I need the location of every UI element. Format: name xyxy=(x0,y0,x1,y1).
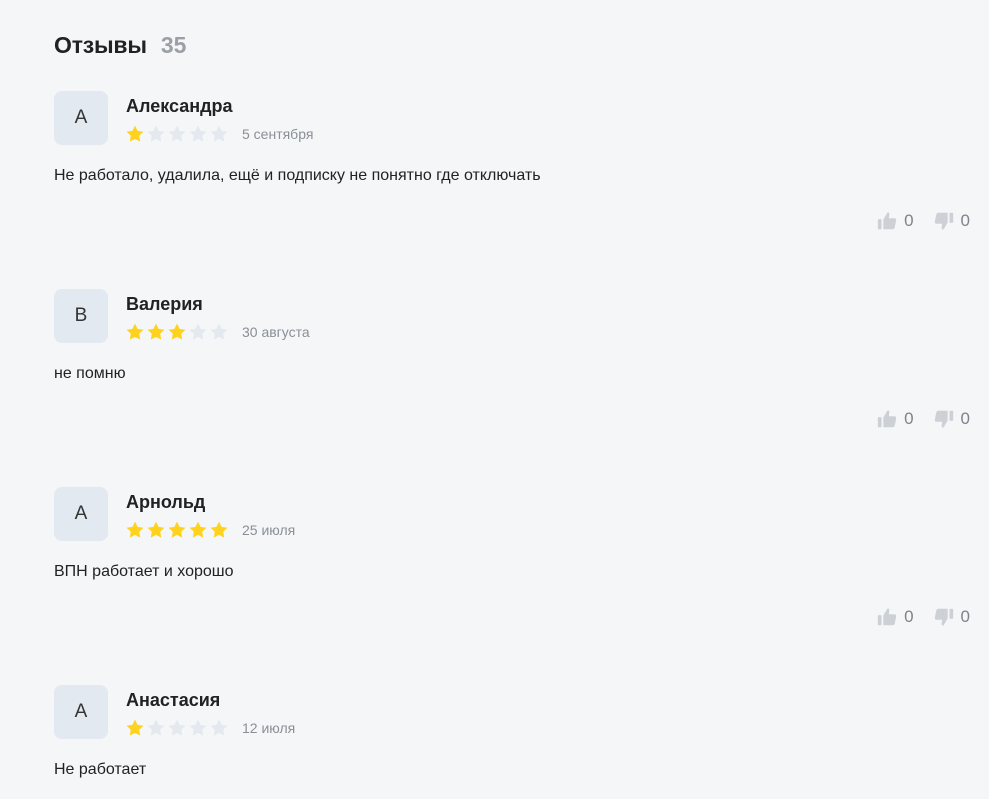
star-empty-icon xyxy=(147,719,165,736)
dislike-count: 0 xyxy=(960,211,970,230)
star-rating xyxy=(125,520,229,540)
thumbs-up-icon xyxy=(876,606,898,628)
reviews-header: Отзывы 35 xyxy=(54,32,186,59)
review-text: Не работало, удалила, ещё и подписку не … xyxy=(54,167,541,184)
review-votes: 0 0 xyxy=(876,408,970,430)
reviews-section: Отзывы 35 А Александра 5 сентября Не раб… xyxy=(0,0,989,799)
like-count: 0 xyxy=(904,607,914,626)
star-empty-icon xyxy=(168,719,186,736)
star-rating xyxy=(125,124,229,144)
dislike-count: 0 xyxy=(960,607,970,626)
review-rating: 25 июля xyxy=(125,520,295,540)
reviews-title: Отзывы xyxy=(54,32,147,58)
review-date: 30 августа xyxy=(242,324,310,340)
star-empty-icon xyxy=(210,323,228,340)
like-count: 0 xyxy=(904,211,914,230)
like-button[interactable]: 0 xyxy=(876,606,914,628)
star-empty-icon xyxy=(147,125,165,142)
star-empty-icon xyxy=(189,125,207,142)
star-empty-icon xyxy=(210,719,228,736)
review-author: Валерия xyxy=(126,294,203,314)
star-filled-icon xyxy=(189,521,207,538)
avatar: А xyxy=(54,91,108,145)
review-card: А Арнольд 25 июля ВПН работает и хорошо … xyxy=(0,487,989,685)
review-card: В Валерия 30 августа не помню 0 0 xyxy=(0,289,989,487)
avatar: А xyxy=(54,487,108,541)
dislike-button[interactable]: 0 xyxy=(933,210,970,232)
review-rating: 30 августа xyxy=(125,322,310,342)
review-text: Не работает xyxy=(54,761,147,778)
star-empty-icon xyxy=(189,719,207,736)
review-card: А Анастасия 12 июля Не работает xyxy=(0,685,989,799)
star-rating xyxy=(125,322,229,342)
like-button[interactable]: 0 xyxy=(876,210,914,232)
star-filled-icon xyxy=(126,719,144,736)
star-filled-icon xyxy=(210,521,228,538)
dislike-count: 0 xyxy=(960,409,970,428)
review-date: 5 сентября xyxy=(242,126,314,142)
avatar: А xyxy=(54,685,108,739)
like-button[interactable]: 0 xyxy=(876,408,914,430)
star-filled-icon xyxy=(126,125,144,142)
thumbs-up-icon xyxy=(876,210,898,232)
star-filled-icon xyxy=(126,323,144,340)
star-rating xyxy=(125,718,229,738)
thumbs-down-icon xyxy=(933,408,955,430)
star-filled-icon xyxy=(126,521,144,538)
review-text: ВПН работает и хорошо xyxy=(54,563,234,580)
thumbs-down-icon xyxy=(933,210,955,232)
like-count: 0 xyxy=(904,409,914,428)
review-rating: 5 сентября xyxy=(125,124,313,144)
review-rating: 12 июля xyxy=(125,718,295,738)
review-votes: 0 0 xyxy=(876,606,970,628)
review-author: Александра xyxy=(126,96,233,116)
review-author: Анастасия xyxy=(126,690,221,710)
thumbs-down-icon xyxy=(933,606,955,628)
review-date: 25 июля xyxy=(242,522,296,538)
review-author: Арнольд xyxy=(126,492,206,512)
star-empty-icon xyxy=(168,125,186,142)
review-votes: 0 0 xyxy=(876,210,970,232)
star-filled-icon xyxy=(147,323,165,340)
review-card: А Александра 5 сентября Не работало, уда… xyxy=(0,91,989,289)
review-date: 12 июля xyxy=(242,720,296,736)
review-text: не помню xyxy=(54,365,126,382)
dislike-button[interactable]: 0 xyxy=(933,408,970,430)
star-filled-icon xyxy=(147,521,165,538)
star-filled-icon xyxy=(168,323,186,340)
star-empty-icon xyxy=(189,323,207,340)
dislike-button[interactable]: 0 xyxy=(933,606,970,628)
reviews-count: 35 xyxy=(160,32,187,58)
star-filled-icon xyxy=(168,521,186,538)
avatar: В xyxy=(54,289,108,343)
star-empty-icon xyxy=(210,125,228,142)
thumbs-up-icon xyxy=(876,408,898,430)
